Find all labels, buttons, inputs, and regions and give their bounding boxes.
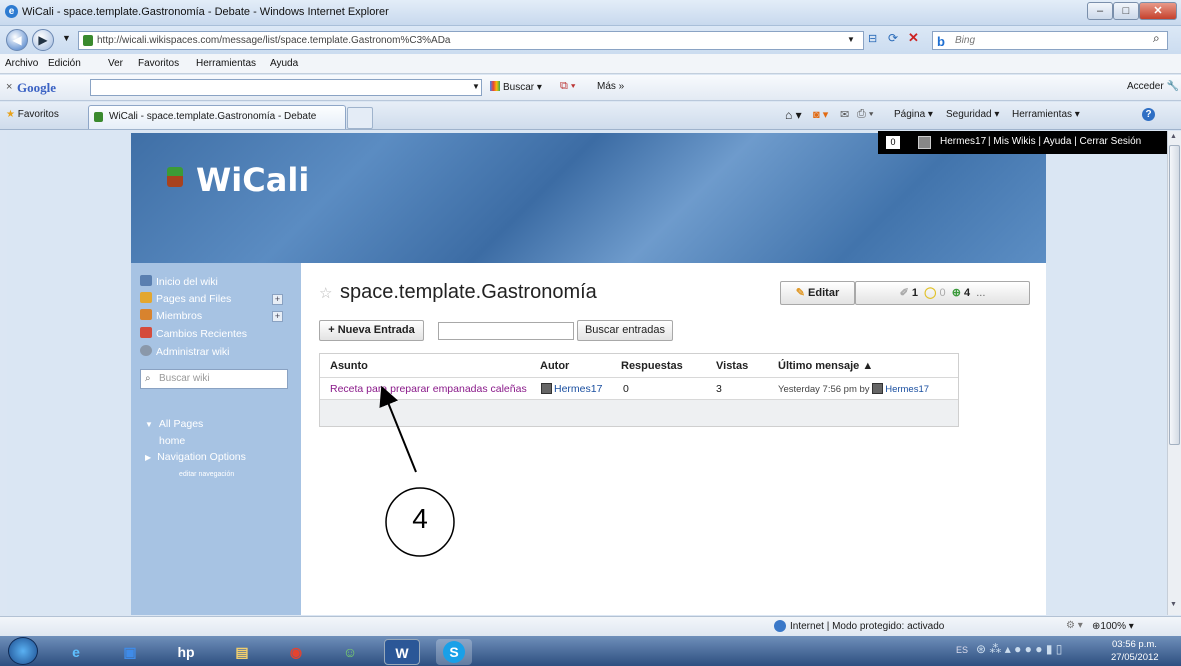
- taskbar-folder-icon[interactable]: ▤: [224, 639, 260, 665]
- menu-edicion[interactable]: Edición: [48, 58, 81, 69]
- taskbar-word-icon[interactable]: W: [384, 639, 420, 665]
- site-favicon-icon: [83, 35, 93, 46]
- page-menu-label: Página: [894, 109, 926, 120]
- zone-text: Internet | Modo protegido: activado: [790, 621, 945, 632]
- browser-viewport: WiCali Inicio del wiki Pages and Files +…: [7, 131, 1167, 615]
- stop-icon[interactable]: ✕: [908, 30, 919, 46]
- rss-icon[interactable]: ◙ ▾: [813, 108, 828, 121]
- print-icon[interactable]: ⎙ ▾: [857, 108, 873, 121]
- forward-button[interactable]: ▶: [32, 29, 54, 51]
- google-search-input[interactable]: [90, 79, 482, 96]
- google-search-button[interactable]: Buscar ▾: [490, 81, 542, 93]
- favorites-label: Favoritos: [17, 109, 59, 120]
- protected-mode-icon[interactable]: ⚙ ▾: [1066, 620, 1083, 631]
- menu-favoritos[interactable]: Favoritos: [138, 58, 179, 69]
- home-icon[interactable]: ⌂ ▾: [785, 108, 802, 122]
- taskbar-messenger-icon[interactable]: ☺: [332, 639, 368, 665]
- annotation-number: 4: [412, 503, 428, 534]
- favorites-bar: ★ Favoritos WiCali - space.template.Gast…: [0, 102, 1181, 130]
- title-bar: e WiCali - space.template.Gastronomía - …: [0, 0, 1181, 26]
- taskbar: e ▣ hp ▤ ◉ ☺ W S ES ⊛ ⁂ ▴ ● ● ● ▮ ▯ 03:5…: [0, 636, 1181, 666]
- google-search-label: Buscar: [503, 82, 535, 93]
- language-indicator[interactable]: ES: [956, 645, 968, 655]
- back-button[interactable]: ◀: [6, 29, 28, 51]
- annotation-overlay: [379, 385, 455, 557]
- window-title: WiCali - space.template.Gastronomía - De…: [22, 6, 389, 18]
- menu-herramientas[interactable]: Herramientas: [196, 58, 256, 69]
- annotation-arrow: [379, 385, 417, 473]
- compat-view-icon[interactable]: ⊟: [868, 32, 877, 45]
- mail-icon[interactable]: ✉: [840, 108, 849, 121]
- refresh-icon[interactable]: ⟳: [888, 31, 898, 45]
- maximize-button[interactable]: □: [1113, 2, 1139, 20]
- clock-date[interactable]: 27/05/2012: [1111, 652, 1159, 663]
- close-toolbar-icon[interactable]: ×: [6, 81, 12, 93]
- security-menu[interactable]: Seguridad ▾: [946, 109, 999, 120]
- ie-icon: e: [5, 5, 18, 18]
- address-bar: ◀ ▶ ▼ http://wicali.wikispaces.com/messa…: [0, 26, 1181, 54]
- google-logo: Google: [17, 80, 56, 95]
- tools-menu-label: Herramientas: [1012, 109, 1073, 120]
- url-text: http://wicali.wikispaces.com/message/lis…: [97, 35, 451, 46]
- taskbar-skype-icon[interactable]: S: [436, 639, 472, 665]
- start-button[interactable]: [8, 637, 38, 665]
- taskbar-chrome-icon[interactable]: ◉: [278, 639, 314, 665]
- scroll-thumb[interactable]: [1169, 145, 1180, 445]
- vertical-scrollbar[interactable]: ▲ ▼: [1167, 131, 1181, 615]
- menu-archivo[interactable]: Archivo: [5, 58, 38, 69]
- search-input[interactable]: b Bing: [932, 31, 1168, 50]
- more-button[interactable]: Más »: [597, 81, 624, 92]
- search-icon[interactable]: ⌕: [1153, 31, 1160, 46]
- minimize-button[interactable]: –: [1087, 2, 1113, 20]
- tools-menu[interactable]: Herramientas ▾: [1012, 109, 1080, 120]
- chevron-down-icon[interactable]: ▼: [472, 82, 480, 91]
- taskbar-ie-icon[interactable]: e: [58, 639, 94, 665]
- tray-icons[interactable]: ⊛ ⁂ ▴ ● ● ● ▮ ▯: [976, 642, 1062, 656]
- status-bar: Internet | Modo protegido: activado ⚙ ▾ …: [0, 616, 1181, 636]
- signin-label: Acceder: [1127, 81, 1164, 92]
- popup-block-icon[interactable]: ⧉ ▾: [560, 80, 576, 93]
- wrench-icon: 🔧: [1166, 81, 1179, 92]
- scroll-down-icon[interactable]: ▼: [1170, 601, 1177, 608]
- chevron-down-icon[interactable]: ▼: [62, 33, 71, 43]
- close-button[interactable]: ✕: [1139, 2, 1177, 20]
- zoom-control[interactable]: ⊕100% ▾: [1092, 621, 1134, 632]
- page-menu[interactable]: Página ▾: [894, 109, 933, 120]
- help-icon[interactable]: ?: [1142, 108, 1155, 121]
- clock-time[interactable]: 03:56 p.m.: [1112, 639, 1157, 650]
- taskbar-hp-icon[interactable]: hp: [168, 639, 204, 665]
- google-toolbar: × Google ▼ Buscar ▾ ⧉ ▾ Más » Acceder 🔧: [0, 75, 1181, 101]
- scroll-up-icon[interactable]: ▲: [1170, 133, 1177, 140]
- google-icon: [490, 81, 500, 91]
- tab-title: WiCali - space.template.Gastronomía - De…: [109, 111, 317, 122]
- security-menu-label: Seguridad: [946, 109, 992, 120]
- tab-current[interactable]: WiCali - space.template.Gastronomía - De…: [88, 105, 346, 129]
- menu-ayuda[interactable]: Ayuda: [270, 58, 298, 69]
- zoom-level: 100%: [1100, 621, 1126, 632]
- bing-logo-icon: b: [937, 34, 945, 49]
- star-icon: ★: [6, 109, 15, 120]
- dropdown-icon[interactable]: ▼: [847, 35, 855, 44]
- signin-button[interactable]: Acceder 🔧: [1127, 81, 1179, 92]
- globe-icon: [774, 620, 786, 632]
- menu-ver[interactable]: Ver: [108, 58, 123, 69]
- menu-bar: Archivo Edición Ver Favoritos Herramient…: [0, 54, 1181, 74]
- taskbar-media-icon[interactable]: ▣: [112, 639, 148, 665]
- search-engine-label: Bing: [955, 35, 976, 46]
- url-field[interactable]: http://wicali.wikispaces.com/message/lis…: [78, 31, 864, 50]
- favorites-button[interactable]: ★ Favoritos: [6, 109, 59, 120]
- new-tab-button[interactable]: [347, 107, 373, 129]
- tab-favicon-icon: [94, 112, 103, 122]
